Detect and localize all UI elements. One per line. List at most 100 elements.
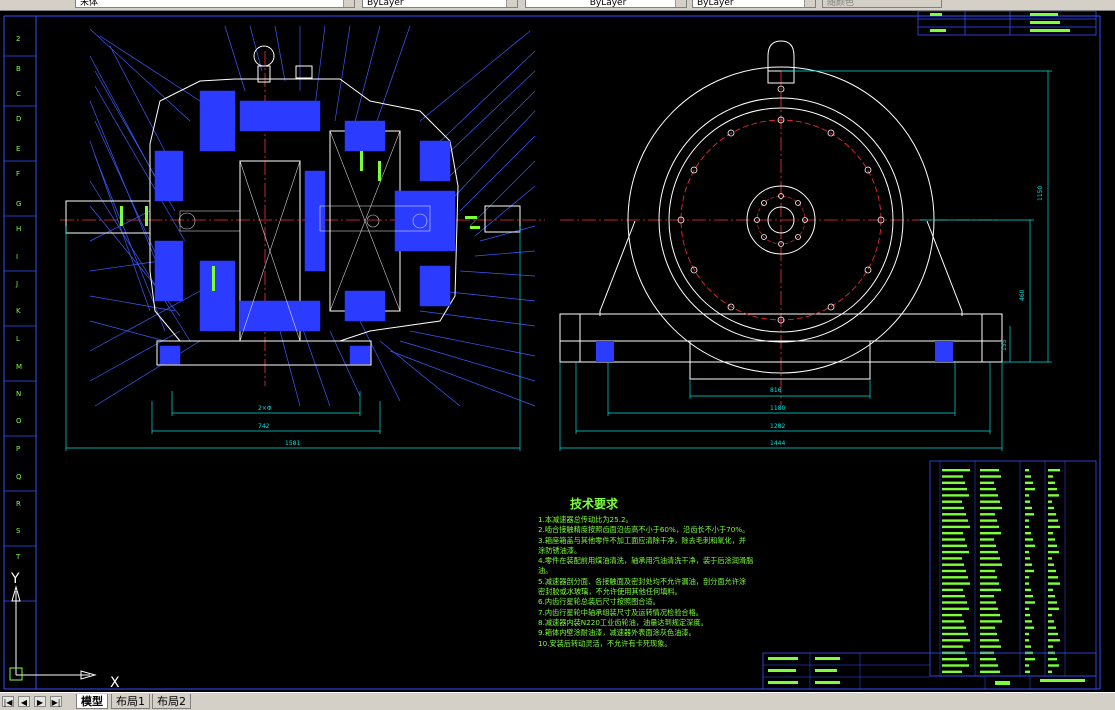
parts-row-mark [1048,487,1057,491]
layout-tab-bar: |◀ ◀ ▶ ▶| 模型 布局1 布局2 [0,692,1115,710]
parts-row-mark [1025,481,1033,484]
svg-text:T: T [15,553,21,561]
tab-layout2[interactable]: 布局2 [152,694,191,709]
parts-row-mark [942,670,962,673]
parts-row-mark [942,494,969,497]
tech-item: 7.内齿行星轮中轴承组装尺寸及运转情况检验合格。 [538,607,703,617]
parts-row-mark [1048,557,1052,560]
tech-item: 油。 [538,566,553,576]
last-tab-button[interactable]: ▶| [50,696,62,707]
parts-row-mark [942,544,967,547]
parts-row-mark [942,563,964,566]
parts-row-mark [1048,658,1057,661]
svg-text:2×Φ: 2×Φ [258,405,272,412]
x-axis-label: X [110,675,120,691]
parts-row-mark [942,469,970,472]
parts-row-mark [1025,664,1029,667]
svg-text:816: 816 [770,387,782,394]
parts-row-mark [942,538,965,541]
first-tab-button[interactable]: |◀ [2,696,14,707]
parts-row-mark [1025,569,1034,573]
svg-text:2: 2 [16,35,20,43]
parts-row-mark [1025,557,1030,560]
tech-item: 2.啮合接触精度按照齿面沿齿高不小于60%，沿齿长不小于70%。 [538,525,750,535]
svg-text:F: F [16,170,20,178]
svg-text:1444: 1444 [770,440,785,447]
parts-row-mark [942,487,967,491]
linetype-value: ByLayer [589,0,627,8]
tech-item: 8.减速器内装N220工业齿轮油，油量达到规定深度。 [538,617,708,627]
parts-row-mark [1025,601,1035,604]
plotstyle-dropdown[interactable]: 随颜色 [822,0,942,8]
parts-row-mark [1025,582,1029,585]
parts-row-mark [980,569,995,573]
parts-row-mark [1025,506,1032,510]
parts-row-mark [942,595,965,598]
parts-row-mark [1048,481,1055,484]
tab-model[interactable]: 模型 [76,694,108,709]
parts-row-mark [942,506,964,510]
tech-item: 涂防锈油漆。 [538,545,582,555]
parts-row-mark [1048,469,1060,472]
next-tab-button[interactable]: ▶ [34,696,46,707]
parts-row-mark [1048,506,1054,510]
parts-row-mark [1048,582,1060,585]
parts-row-mark [980,538,994,541]
parts-row-mark [1048,664,1059,667]
parts-row-mark [980,487,996,491]
layer-color-value: ByLayer [367,0,404,8]
parts-row-mark [980,588,1001,592]
chevron-down-icon [675,0,686,7]
linetype-dropdown[interactable]: ByLayer [525,0,687,8]
parts-row-mark [980,645,1001,648]
parts-row-mark [942,513,966,516]
lineweight-dropdown[interactable]: ByLayer [692,0,816,8]
parts-row-mark [942,664,969,667]
layer-color-dropdown[interactable]: ByLayer [362,0,518,8]
svg-text:J: J [15,280,18,288]
tab-layout1[interactable]: 布局1 [111,694,150,709]
parts-row-mark [1025,632,1029,636]
properties-toolbar: 宋体 ByLayer ByLayer ByLayer 随颜色 [0,0,1115,11]
parts-row-mark [1048,632,1058,636]
parts-row-mark [980,620,1002,623]
parts-row-mark [980,639,999,642]
chevron-down-icon [804,0,815,7]
parts-row-mark [942,639,970,642]
parts-row-mark [980,519,997,522]
parts-row-mark [1025,519,1029,522]
parts-row-mark [1025,532,1031,535]
parts-row-mark [942,613,962,617]
parts-row-mark [980,525,999,529]
svg-text:R: R [16,500,21,508]
parts-row-mark [980,469,999,472]
parts-row-mark [1048,670,1052,673]
parts-row-mark [1025,469,1029,472]
parts-row-mark [1048,500,1052,503]
parts-row-mark [942,588,963,592]
drawing-canvas[interactable]: 2BC DEF GHI JKL MNO PQR ST 2×Φ 742 1581 … [0,10,1115,692]
parts-row-mark [1025,626,1034,629]
parts-row-mark [980,550,998,554]
parts-row-mark [1025,500,1030,503]
parts-row-mark [1048,620,1054,623]
svg-text:1150: 1150 [1037,186,1044,201]
tech-item: 6.内齿行星轮总装后尺寸按照图合适。 [538,597,660,607]
parts-row-mark [980,576,997,579]
text-style-dropdown[interactable]: 宋体 [75,0,355,8]
parts-row-mark [980,658,996,661]
parts-row-mark [942,658,967,661]
parts-row-mark [980,494,998,497]
tech-item: 3.箱座箱盖与其他零件不加工面应清除干净，除去毛刺和氧化，并 [538,535,747,545]
parts-row-mark [1025,563,1032,566]
prev-tab-button[interactable]: ◀ [18,696,30,707]
svg-text:1180: 1180 [770,405,785,412]
parts-row-mark [1025,639,1029,642]
parts-row-mark [1048,569,1056,573]
svg-text:S: S [16,527,21,535]
parts-row-mark [1025,613,1030,617]
parts-row-mark [1025,525,1029,529]
svg-text:155: 155 [1001,339,1008,351]
parts-row-mark [1025,475,1031,478]
parts-row-mark [1048,563,1054,566]
